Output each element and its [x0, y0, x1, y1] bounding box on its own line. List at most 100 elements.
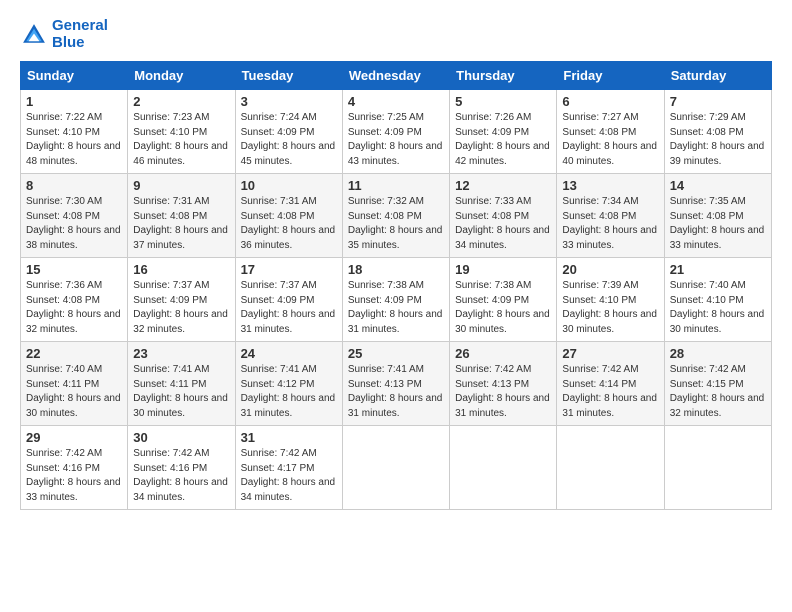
- calendar-page: General Blue SundayMondayTuesdayWednesda…: [0, 0, 792, 612]
- day-number: 2: [133, 94, 229, 109]
- day-number: 15: [26, 262, 122, 277]
- calendar-cell: 4 Sunrise: 7:25 AMSunset: 4:09 PMDaylight…: [342, 90, 449, 174]
- calendar-cell: 13 Sunrise: 7:34 AMSunset: 4:08 PMDayligh…: [557, 174, 664, 258]
- calendar-cell: 3Sunrise: 7:24 AMSunset: 4:09 PMDaylight…: [235, 90, 342, 174]
- day-number: 28: [670, 346, 766, 361]
- day-number: 6: [562, 94, 658, 109]
- day-number: 20: [562, 262, 658, 277]
- calendar-cell: 31Sunrise: 7:42 AMSunset: 4:17 PMDayligh…: [235, 426, 342, 510]
- day-number: 13: [562, 178, 658, 193]
- page-header: General Blue: [20, 18, 772, 51]
- day-info: Sunrise: 7:22 AMSunset: 4:10 PMDaylight:…: [26, 111, 122, 169]
- day-info: Sunrise: 7:37 AMSunset: 4:09 PMDaylight:…: [241, 279, 337, 337]
- calendar-cell: [664, 426, 771, 510]
- day-info: Sunrise: 7:31 AMSunset: 4:08 PMDaylight:…: [133, 195, 229, 253]
- calendar-table: SundayMondayTuesdayWednesdayThursdayFrid…: [20, 61, 772, 510]
- day-number: 9: [133, 178, 229, 193]
- calendar-cell: 16Sunrise: 7:37 AMSunset: 4:09 PMDayligh…: [128, 258, 235, 342]
- day-info: Sunrise: 7:42 AMSunset: 4:13 PMDaylight:…: [455, 363, 551, 421]
- weekday-sunday: Sunday: [21, 62, 128, 90]
- weekday-header-row: SundayMondayTuesdayWednesdayThursdayFrid…: [21, 62, 772, 90]
- day-number: 29: [26, 430, 122, 445]
- calendar-cell: 15 Sunrise: 7:36 AMSunset: 4:08 PMDayligh…: [21, 258, 128, 342]
- day-info: Sunrise: 7:42 AMSunset: 4:15 PMDaylight:…: [670, 363, 766, 421]
- calendar-cell: 25 Sunrise: 7:41 AMSunset: 4:13 PMDayligh…: [342, 342, 449, 426]
- day-info: Sunrise: 7:33 AMSunset: 4:08 PMDaylight:…: [455, 195, 551, 253]
- calendar-row: 1 Sunrise: 7:22 AMSunset: 4:10 PMDaylight…: [21, 90, 772, 174]
- day-info: Sunrise: 7:38 AMSunset: 4:09 PMDaylight:…: [455, 279, 551, 337]
- day-number: 7: [670, 94, 766, 109]
- calendar-cell: 6 Sunrise: 7:27 AMSunset: 4:08 PMDaylight…: [557, 90, 664, 174]
- weekday-saturday: Saturday: [664, 62, 771, 90]
- weekday-thursday: Thursday: [450, 62, 557, 90]
- calendar-cell: 20 Sunrise: 7:39 AMSunset: 4:10 PMDayligh…: [557, 258, 664, 342]
- calendar-body: 1 Sunrise: 7:22 AMSunset: 4:10 PMDaylight…: [21, 90, 772, 510]
- calendar-cell: 26 Sunrise: 7:42 AMSunset: 4:13 PMDayligh…: [450, 342, 557, 426]
- day-info: Sunrise: 7:34 AMSunset: 4:08 PMDaylight:…: [562, 195, 658, 253]
- day-number: 26: [455, 346, 551, 361]
- day-info: Sunrise: 7:25 AMSunset: 4:09 PMDaylight:…: [348, 111, 444, 169]
- calendar-cell: [557, 426, 664, 510]
- calendar-cell: 22 Sunrise: 7:40 AMSunset: 4:11 PMDayligh…: [21, 342, 128, 426]
- day-info: Sunrise: 7:32 AMSunset: 4:08 PMDaylight:…: [348, 195, 444, 253]
- calendar-row: 29 Sunrise: 7:42 AMSunset: 4:16 PMDayligh…: [21, 426, 772, 510]
- logo-text: General Blue: [52, 18, 108, 51]
- day-info: Sunrise: 7:40 AMSunset: 4:11 PMDaylight:…: [26, 363, 122, 421]
- day-info: Sunrise: 7:30 AMSunset: 4:08 PMDaylight:…: [26, 195, 122, 253]
- calendar-cell: 9 Sunrise: 7:31 AMSunset: 4:08 PMDaylight…: [128, 174, 235, 258]
- day-number: 11: [348, 178, 444, 193]
- calendar-cell: 8 Sunrise: 7:30 AMSunset: 4:08 PMDaylight…: [21, 174, 128, 258]
- calendar-cell: 1 Sunrise: 7:22 AMSunset: 4:10 PMDaylight…: [21, 90, 128, 174]
- day-number: 30: [133, 430, 229, 445]
- day-number: 25: [348, 346, 444, 361]
- day-number: 24: [241, 346, 337, 361]
- day-number: 21: [670, 262, 766, 277]
- day-number: 10: [241, 178, 337, 193]
- calendar-cell: 19 Sunrise: 7:38 AMSunset: 4:09 PMDayligh…: [450, 258, 557, 342]
- day-number: 8: [26, 178, 122, 193]
- calendar-row: 15 Sunrise: 7:36 AMSunset: 4:08 PMDayligh…: [21, 258, 772, 342]
- calendar-cell: [342, 426, 449, 510]
- calendar-cell: 23Sunrise: 7:41 AMSunset: 4:11 PMDayligh…: [128, 342, 235, 426]
- calendar-cell: 30 Sunrise: 7:42 AMSunset: 4:16 PMDayligh…: [128, 426, 235, 510]
- day-info: Sunrise: 7:27 AMSunset: 4:08 PMDaylight:…: [562, 111, 658, 169]
- calendar-cell: 10Sunrise: 7:31 AMSunset: 4:08 PMDayligh…: [235, 174, 342, 258]
- calendar-row: 8 Sunrise: 7:30 AMSunset: 4:08 PMDaylight…: [21, 174, 772, 258]
- day-info: Sunrise: 7:42 AMSunset: 4:14 PMDaylight:…: [562, 363, 658, 421]
- calendar-cell: 17Sunrise: 7:37 AMSunset: 4:09 PMDayligh…: [235, 258, 342, 342]
- calendar-cell: 28 Sunrise: 7:42 AMSunset: 4:15 PMDayligh…: [664, 342, 771, 426]
- day-info: Sunrise: 7:26 AMSunset: 4:09 PMDaylight:…: [455, 111, 551, 169]
- calendar-cell: 7 Sunrise: 7:29 AMSunset: 4:08 PMDaylight…: [664, 90, 771, 174]
- day-number: 1: [26, 94, 122, 109]
- calendar-cell: 14Sunrise: 7:35 AMSunset: 4:08 PMDayligh…: [664, 174, 771, 258]
- calendar-cell: 2 Sunrise: 7:23 AMSunset: 4:10 PMDaylight…: [128, 90, 235, 174]
- day-info: Sunrise: 7:36 AMSunset: 4:08 PMDaylight:…: [26, 279, 122, 337]
- day-info: Sunrise: 7:38 AMSunset: 4:09 PMDaylight:…: [348, 279, 444, 337]
- weekday-wednesday: Wednesday: [342, 62, 449, 90]
- weekday-monday: Monday: [128, 62, 235, 90]
- calendar-row: 22 Sunrise: 7:40 AMSunset: 4:11 PMDayligh…: [21, 342, 772, 426]
- day-number: 12: [455, 178, 551, 193]
- day-info: Sunrise: 7:24 AMSunset: 4:09 PMDaylight:…: [241, 111, 337, 169]
- day-number: 27: [562, 346, 658, 361]
- calendar-cell: 24 Sunrise: 7:41 AMSunset: 4:12 PMDayligh…: [235, 342, 342, 426]
- calendar-cell: [450, 426, 557, 510]
- calendar-cell: 27 Sunrise: 7:42 AMSunset: 4:14 PMDayligh…: [557, 342, 664, 426]
- day-info: Sunrise: 7:23 AMSunset: 4:10 PMDaylight:…: [133, 111, 229, 169]
- day-info: Sunrise: 7:42 AMSunset: 4:16 PMDaylight:…: [26, 447, 122, 505]
- day-number: 19: [455, 262, 551, 277]
- day-number: 16: [133, 262, 229, 277]
- day-info: Sunrise: 7:29 AMSunset: 4:08 PMDaylight:…: [670, 111, 766, 169]
- day-info: Sunrise: 7:42 AMSunset: 4:16 PMDaylight:…: [133, 447, 229, 505]
- logo: General Blue: [20, 18, 108, 51]
- calendar-cell: 11 Sunrise: 7:32 AMSunset: 4:08 PMDayligh…: [342, 174, 449, 258]
- day-number: 23: [133, 346, 229, 361]
- day-info: Sunrise: 7:42 AMSunset: 4:17 PMDaylight:…: [241, 447, 337, 505]
- weekday-tuesday: Tuesday: [235, 62, 342, 90]
- day-info: Sunrise: 7:41 AMSunset: 4:13 PMDaylight:…: [348, 363, 444, 421]
- day-number: 4: [348, 94, 444, 109]
- day-number: 18: [348, 262, 444, 277]
- day-info: Sunrise: 7:39 AMSunset: 4:10 PMDaylight:…: [562, 279, 658, 337]
- day-number: 22: [26, 346, 122, 361]
- day-info: Sunrise: 7:41 AMSunset: 4:12 PMDaylight:…: [241, 363, 337, 421]
